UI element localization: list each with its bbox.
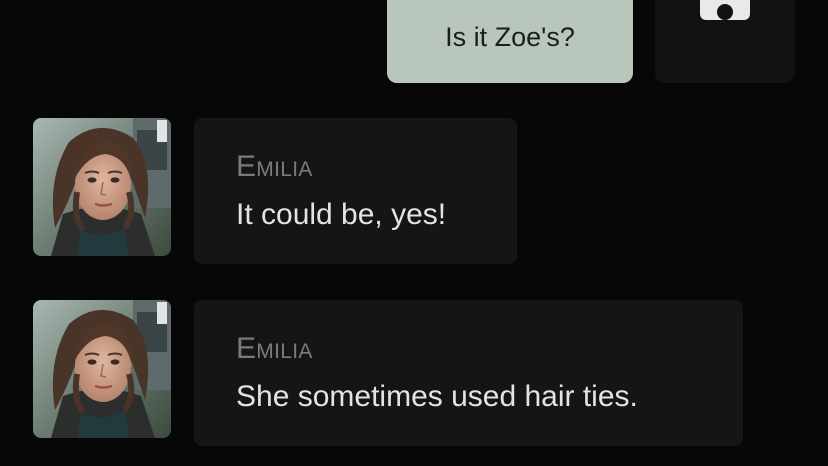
incoming-message-bubble: Emilia It could be, yes! (194, 118, 517, 264)
incoming-message-bubble: Emilia She sometimes used hair ties. (194, 300, 743, 446)
emilia-avatar (33, 300, 171, 438)
message-text: She sometimes used hair ties. (236, 380, 638, 413)
player-avatar (655, 0, 795, 83)
outgoing-message-text: Is it Zoe's? (445, 22, 575, 52)
camera-icon (700, 0, 750, 20)
sender-name: Emilia (236, 150, 313, 183)
outgoing-message-bubble: Is it Zoe's? (387, 0, 633, 83)
message-text: It could be, yes! (236, 198, 447, 231)
sender-name: Emilia (236, 332, 313, 365)
emilia-portrait-image (33, 118, 171, 256)
emilia-portrait-image (33, 300, 171, 438)
chat-screen: Is it Zoe's? Emilia It could be, yes! Em… (0, 0, 828, 466)
emilia-avatar (33, 118, 171, 256)
